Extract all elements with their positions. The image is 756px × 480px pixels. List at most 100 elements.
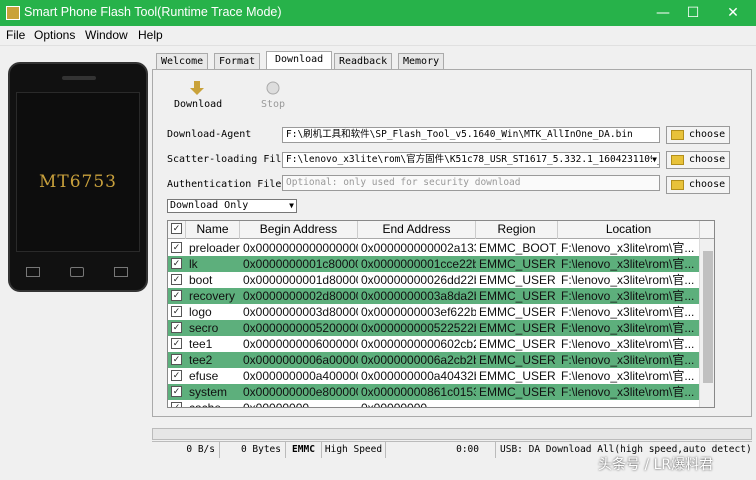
folder-icon: [671, 130, 684, 140]
scroll-thumb[interactable]: [703, 251, 713, 383]
row-checkbox[interactable]: ✓: [171, 242, 182, 253]
cell-name: lk: [189, 257, 198, 271]
cell-begin: 0x0000000006000000: [243, 337, 358, 351]
auth-file-label: Authentication File: [167, 179, 282, 190]
row-checkbox[interactable]: ✓: [171, 354, 182, 365]
status-bytes: 0 Bytes: [220, 442, 286, 458]
header-check-all[interactable]: ✓: [168, 221, 186, 239]
cell-end: 0x00000000026dd22b: [361, 273, 476, 287]
table-row[interactable]: ✓ cache 0x00000000 0x00000000: [168, 400, 700, 408]
tab-format[interactable]: Format: [214, 53, 261, 70]
tab-welcome[interactable]: Welcome: [156, 53, 209, 70]
checkbox[interactable]: ✓: [171, 223, 182, 234]
watermark: 头条号 / LR爆料君: [598, 457, 714, 473]
scatter-file-value: F:\lenovo_x3lite\rom\官方固件\K51c78_USR_ST1…: [286, 154, 660, 165]
cell-name: cache: [189, 401, 222, 408]
choose-scatter-button[interactable]: choose: [666, 151, 730, 169]
tab-memory-test[interactable]: Memory Test: [398, 53, 445, 83]
cell-loc: F:\lenovo_x3lite\rom\官...: [561, 289, 695, 303]
cell-region: EMMC_USER: [479, 305, 556, 319]
row-checkbox[interactable]: ✓: [171, 386, 182, 397]
close-button[interactable]: ✕: [710, 0, 756, 26]
chip-label: MT6753: [38, 172, 117, 192]
cell-loc: F:\lenovo_x3lite\rom\官...: [561, 273, 695, 287]
cell-name: tee2: [189, 353, 213, 367]
cell-end: 0x000000000002a133: [361, 241, 476, 255]
table-row[interactable]: ✓ tee1 0x0000000006000000 0x0000000000602cb…: [168, 336, 700, 352]
row-checkbox[interactable]: ✓: [171, 258, 182, 269]
cell-loc: F:\lenovo_x3lite\rom\官...: [561, 337, 695, 351]
dropdown-arrow-icon: ▼: [652, 153, 657, 167]
table-row[interactable]: ✓ lk 0x0000000001c80000 0x0000000001cce22b E…: [168, 256, 700, 272]
phone-image: MT6753: [8, 62, 148, 292]
choose-da-button[interactable]: choose: [666, 126, 730, 144]
choose-auth-button[interactable]: choose: [666, 176, 730, 194]
choose-label: choose: [689, 129, 726, 140]
cell-name: logo: [189, 305, 212, 319]
choose-label: choose: [689, 179, 726, 190]
table-row[interactable]: ✓ secro 0x0000000005200000 0x00000000052252…: [168, 320, 700, 336]
cell-region: EMMC_USER: [479, 257, 556, 271]
cell-name: tee1: [189, 337, 213, 351]
table-row[interactable]: ✓ efuse 0x000000000a400000 0x000000000a4043…: [168, 368, 700, 384]
status-storage: EMMC: [286, 442, 322, 458]
tab-download[interactable]: Download: [266, 51, 333, 70]
window-title: Smart Phone Flash Tool(Runtime Trace Mod…: [24, 5, 282, 19]
cell-begin: 0x0000000001c80000: [243, 257, 358, 271]
choose-label: choose: [689, 154, 726, 165]
download-agent-field[interactable]: F:\刷机工具和软件\SP_Flash_Tool_v5.1640_Win\MTK…: [282, 127, 660, 143]
title-bar: Smart Phone Flash Tool(Runtime Trace Mod…: [0, 0, 756, 26]
menu-options[interactable]: Options: [34, 28, 75, 42]
phone-speaker: [62, 76, 96, 80]
download-mode-select[interactable]: Download Only ▼: [167, 199, 297, 213]
tab-readback[interactable]: Readback: [334, 53, 393, 70]
stop-label: Stop: [260, 99, 286, 110]
table-row[interactable]: ✓ tee2 0x0000000006a00000 0x0000000006a2cb2…: [168, 352, 700, 368]
phone-back-icon: [26, 267, 40, 277]
auth-file-field[interactable]: Optional: only used for security downloa…: [282, 175, 660, 191]
phone-menu-icon: [114, 267, 128, 277]
cell-region: EMMC_USER: [479, 385, 556, 399]
cell-end: 0x000000000522522b: [361, 321, 476, 335]
cell-loc: [558, 400, 700, 407]
cell-begin: 0x0000000000000000: [243, 241, 358, 255]
row-checkbox[interactable]: ✓: [171, 370, 182, 381]
header-location[interactable]: Location: [558, 221, 700, 239]
table-row[interactable]: ✓ preloader 0x0000000000000000 0x0000000000…: [168, 240, 700, 256]
cell-begin: 0x000000000e800000: [243, 385, 358, 399]
stop-button[interactable]: Stop: [254, 80, 292, 110]
header-name[interactable]: Name: [186, 221, 240, 239]
row-checkbox[interactable]: ✓: [171, 402, 182, 407]
cell-name: secro: [189, 321, 219, 335]
download-label: Download: [174, 99, 223, 110]
menu-window[interactable]: Window: [85, 28, 128, 42]
menu-help[interactable]: Help: [138, 28, 163, 42]
download-button[interactable]: Download: [174, 80, 223, 110]
cell-end: 0x0000000000602cb2b: [361, 337, 476, 351]
table-row[interactable]: ✓ recovery 0x0000000002d80000 0x0000000003a…: [168, 288, 700, 304]
cell-begin: 0x0000000005200000: [243, 321, 358, 335]
cell-end: 0x00000000: [361, 401, 428, 408]
app-icon: [6, 6, 20, 20]
row-checkbox[interactable]: ✓: [171, 322, 182, 333]
table-row[interactable]: ✓ system 0x000000000e800000 0x00000000861c0…: [168, 384, 700, 400]
row-checkbox[interactable]: ✓: [171, 338, 182, 349]
row-checkbox[interactable]: ✓: [171, 290, 182, 301]
header-begin[interactable]: Begin Address: [240, 221, 358, 239]
table-row[interactable]: ✓ boot 0x0000000001d80000 0x00000000026dd22…: [168, 272, 700, 288]
vertical-scrollbar[interactable]: [699, 239, 714, 407]
table-row[interactable]: ✓ logo 0x0000000003d80000 0x0000000003ef622…: [168, 304, 700, 320]
cell-name: system: [189, 385, 228, 399]
scatter-file-field[interactable]: F:\lenovo_x3lite\rom\官方固件\K51c78_USR_ST1…: [282, 152, 660, 168]
cell-loc: F:\lenovo_x3lite\rom\官...: [561, 305, 695, 319]
cell-end: 0x00000000861c0153: [361, 385, 476, 399]
header-region[interactable]: Region: [476, 221, 558, 239]
status-speed-mode: High Speed: [322, 442, 386, 458]
scatter-file-label: Scatter-loading File: [167, 154, 288, 165]
cell-loc: F:\lenovo_x3lite\rom\官...: [561, 385, 695, 399]
header-end[interactable]: End Address: [358, 221, 476, 239]
row-checkbox[interactable]: ✓: [171, 306, 182, 317]
cell-end: 0x0000000001cce22b: [361, 257, 476, 271]
menu-file[interactable]: File: [6, 28, 25, 42]
row-checkbox[interactable]: ✓: [171, 274, 182, 285]
